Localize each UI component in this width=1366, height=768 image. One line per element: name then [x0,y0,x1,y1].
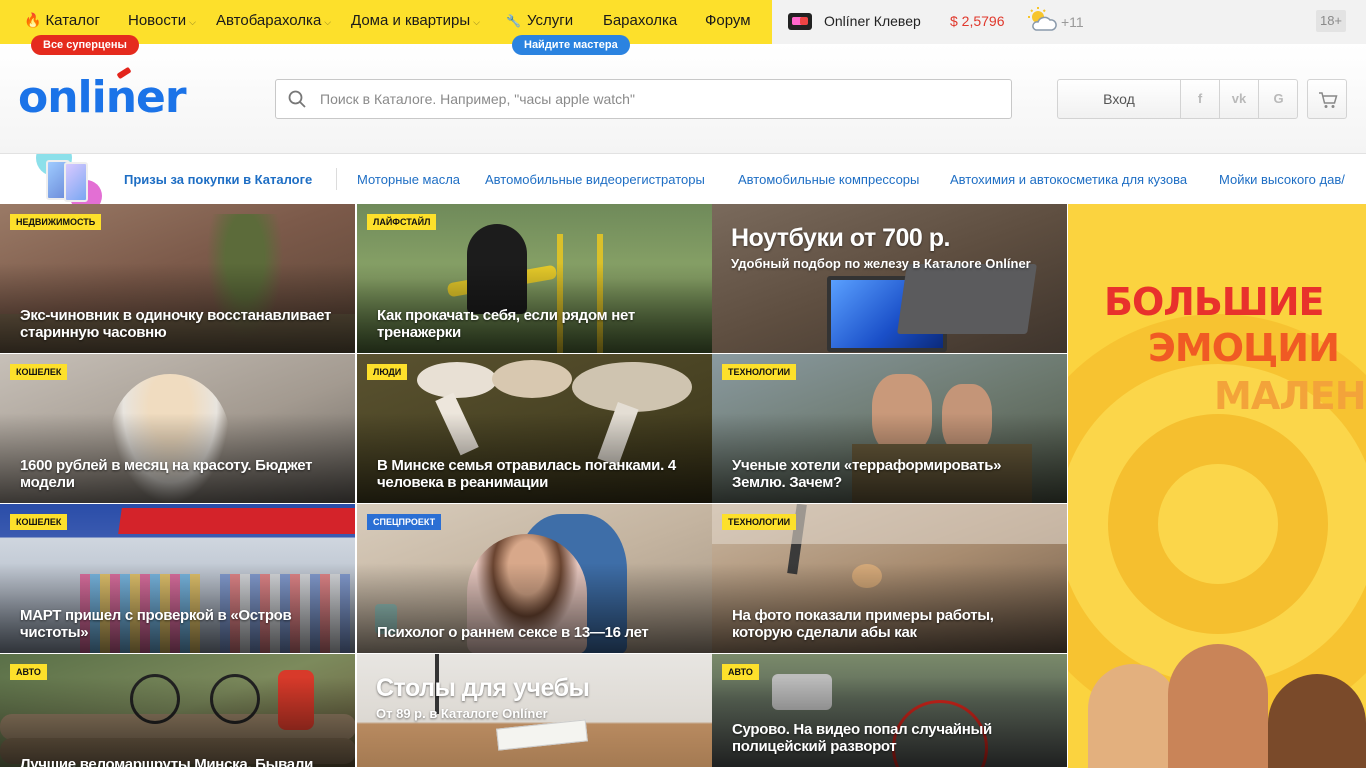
news-tile[interactable]: Кошелек 1600 рублей в месяц на красоту. … [0,354,356,504]
login-button[interactable]: Вход [1058,80,1181,118]
news-tile[interactable]: Авто Сурово. На видео попал случайный по… [712,654,1068,768]
news-tile[interactable]: Люди В Минске семья отравилась поганками… [357,354,713,504]
news-tile[interactable]: Кошелек МАРТ пришел с проверкой в «Остро… [0,504,356,654]
top-bar: 🔥 Каталог Новости ⌵ Автобарахолка ⌵ Дома и … [0,0,1366,55]
currency-rate[interactable]: $ 2,5796 [950,13,1005,29]
onliner-logo[interactable]: onliner [18,72,187,123]
find-master-badge[interactable]: Найдите мастера [512,35,630,55]
promo-tile-laptops[interactable]: Ноутбуки от 700 р. Удобный подбор по жел… [712,204,1068,354]
news-title: Психолог о раннем сексе в 13—16 лет [377,624,649,641]
news-grid: Недвижимость Экс-чиновник в одиночку вос… [0,204,1068,768]
category-tag: Кошелек [10,514,68,530]
subnav-link-compressors[interactable]: Автомобильные компрессоры [738,172,919,187]
ad-headline-1: БОЛЬШИЕ [1104,280,1324,324]
chevron-down-icon: ⌵ [324,17,332,27]
vk-icon[interactable]: vk [1220,80,1259,118]
nav-services[interactable]: 🔧 Услуги [506,12,573,29]
nav-realty[interactable]: Дома и квартиры ⌵ [351,12,480,29]
category-tag: Люди [367,364,408,380]
news-title: Ученые хотели «терраформировать» Землю. … [732,457,1002,491]
subnav-link-dashcams[interactable]: Автомобильные видеорегистраторы [485,172,705,187]
clever-card-icon[interactable] [788,13,812,30]
advertisement-banner[interactable]: БОЛЬШИЕ ЭМОЦИИ МАЛЕНЬ [1068,204,1366,768]
nav-autobaraholka[interactable]: Автобарахолка ⌵ [216,12,331,29]
news-tile[interactable]: Недвижимость Экс-чиновник в одиночку вос… [0,204,356,354]
promo-phones-image[interactable] [36,154,108,204]
login-group: Вход f vk G [1057,79,1298,119]
news-title: МАРТ пришел с проверкой в «Остров чистот… [20,607,292,641]
news-tile[interactable]: Авто Лучшие веломаршруты Минска. Бывали [0,654,356,768]
fire-icon: 🔥 [24,12,42,28]
search-input[interactable] [320,80,1000,118]
divider [336,168,337,190]
subnav-link-motor-oils[interactable]: Моторные масла [357,172,460,187]
header: onliner Вход f vk G [0,44,1366,154]
news-title: Экс-чиновник в одиночку восстанавливает … [20,307,332,341]
news-title: 1600 рублей в месяц на красоту. Бюджет м… [20,457,313,491]
age-limit-badge: 18+ [1316,10,1346,32]
facebook-icon[interactable]: f [1181,80,1220,118]
news-tile[interactable]: Спецпроект Психолог о раннем сексе в 13—… [357,504,713,654]
subnav-link-pressure-washers[interactable]: Мойки высокого дав/ [1219,172,1345,187]
news-title: Сурово. На видео попал случайный полицей… [732,721,992,755]
news-tile[interactable]: Технологии Ученые хотели «терраформирова… [712,354,1068,504]
wrench-icon: 🔧 [506,14,521,28]
search-icon [288,90,306,108]
ad-headline-2: ЭМОЦИИ [1148,326,1340,370]
nav-news[interactable]: Новости ⌵ [128,12,196,29]
category-tag: Лайфстайл [367,214,437,230]
category-tag: Технологии [722,514,797,530]
category-tag: Спецпроект [367,514,442,530]
news-tile[interactable]: Лайфстайл Как прокачать себя, если рядом… [357,204,713,354]
promo-subtitle: От 89 р. в Каталоге Onlíner [376,706,548,721]
promo-title: Столы для учебы [376,674,590,702]
category-tag: Недвижимость [10,214,102,230]
nav-baraholka[interactable]: Барахолка [603,12,677,29]
category-tag: Кошелек [10,364,68,380]
news-title: На фото показали примеры работы, которую… [732,607,994,641]
ad-headline-3: МАЛЕНЬ [1214,374,1366,418]
temperature[interactable]: +11 [1061,14,1084,30]
google-icon[interactable]: G [1259,80,1298,118]
category-tag: Технологии [722,364,797,380]
promo-title: Ноутбуки от 700 р. [731,224,951,252]
nav-catalog[interactable]: 🔥 Каталог [24,12,100,29]
chevron-down-icon: ⌵ [189,17,196,27]
clever-link[interactable]: Onlíner Клевер [824,13,921,29]
catalog-subnav: Призы за покупки в Каталоге Моторные мас… [0,154,1366,204]
news-title: В Минске семья отравилась поганками. 4 ч… [377,457,676,491]
search-box[interactable] [275,79,1012,119]
category-tag: Авто [722,664,759,680]
category-tag: Авто [10,664,47,680]
promo-prizes-link[interactable]: Призы за покупки в Каталоге [124,172,312,187]
promo-tile-desks[interactable]: Столы для учебы От 89 р. в Каталоге Onlí… [357,654,713,768]
cart-icon [1319,92,1338,108]
subnav-link-car-chemicals[interactable]: Автохимия и автокосметика для кузова [950,172,1187,187]
promo-subtitle: Удобный подбор по железу в Каталоге Onlí… [731,256,1031,271]
superprices-badge[interactable]: Все суперцены [31,35,139,55]
partly-cloudy-icon[interactable] [1026,6,1058,36]
news-title: Лучшие веломаршруты Минска. Бывали [20,756,314,768]
chevron-down-icon: ⌵ [473,17,480,27]
nav-forum[interactable]: Форум [705,12,751,29]
news-title: Как прокачать себя, если рядом нет трена… [377,307,635,341]
news-tile[interactable]: Технологии На фото показали примеры рабо… [712,504,1068,654]
cart-button[interactable] [1307,79,1347,119]
